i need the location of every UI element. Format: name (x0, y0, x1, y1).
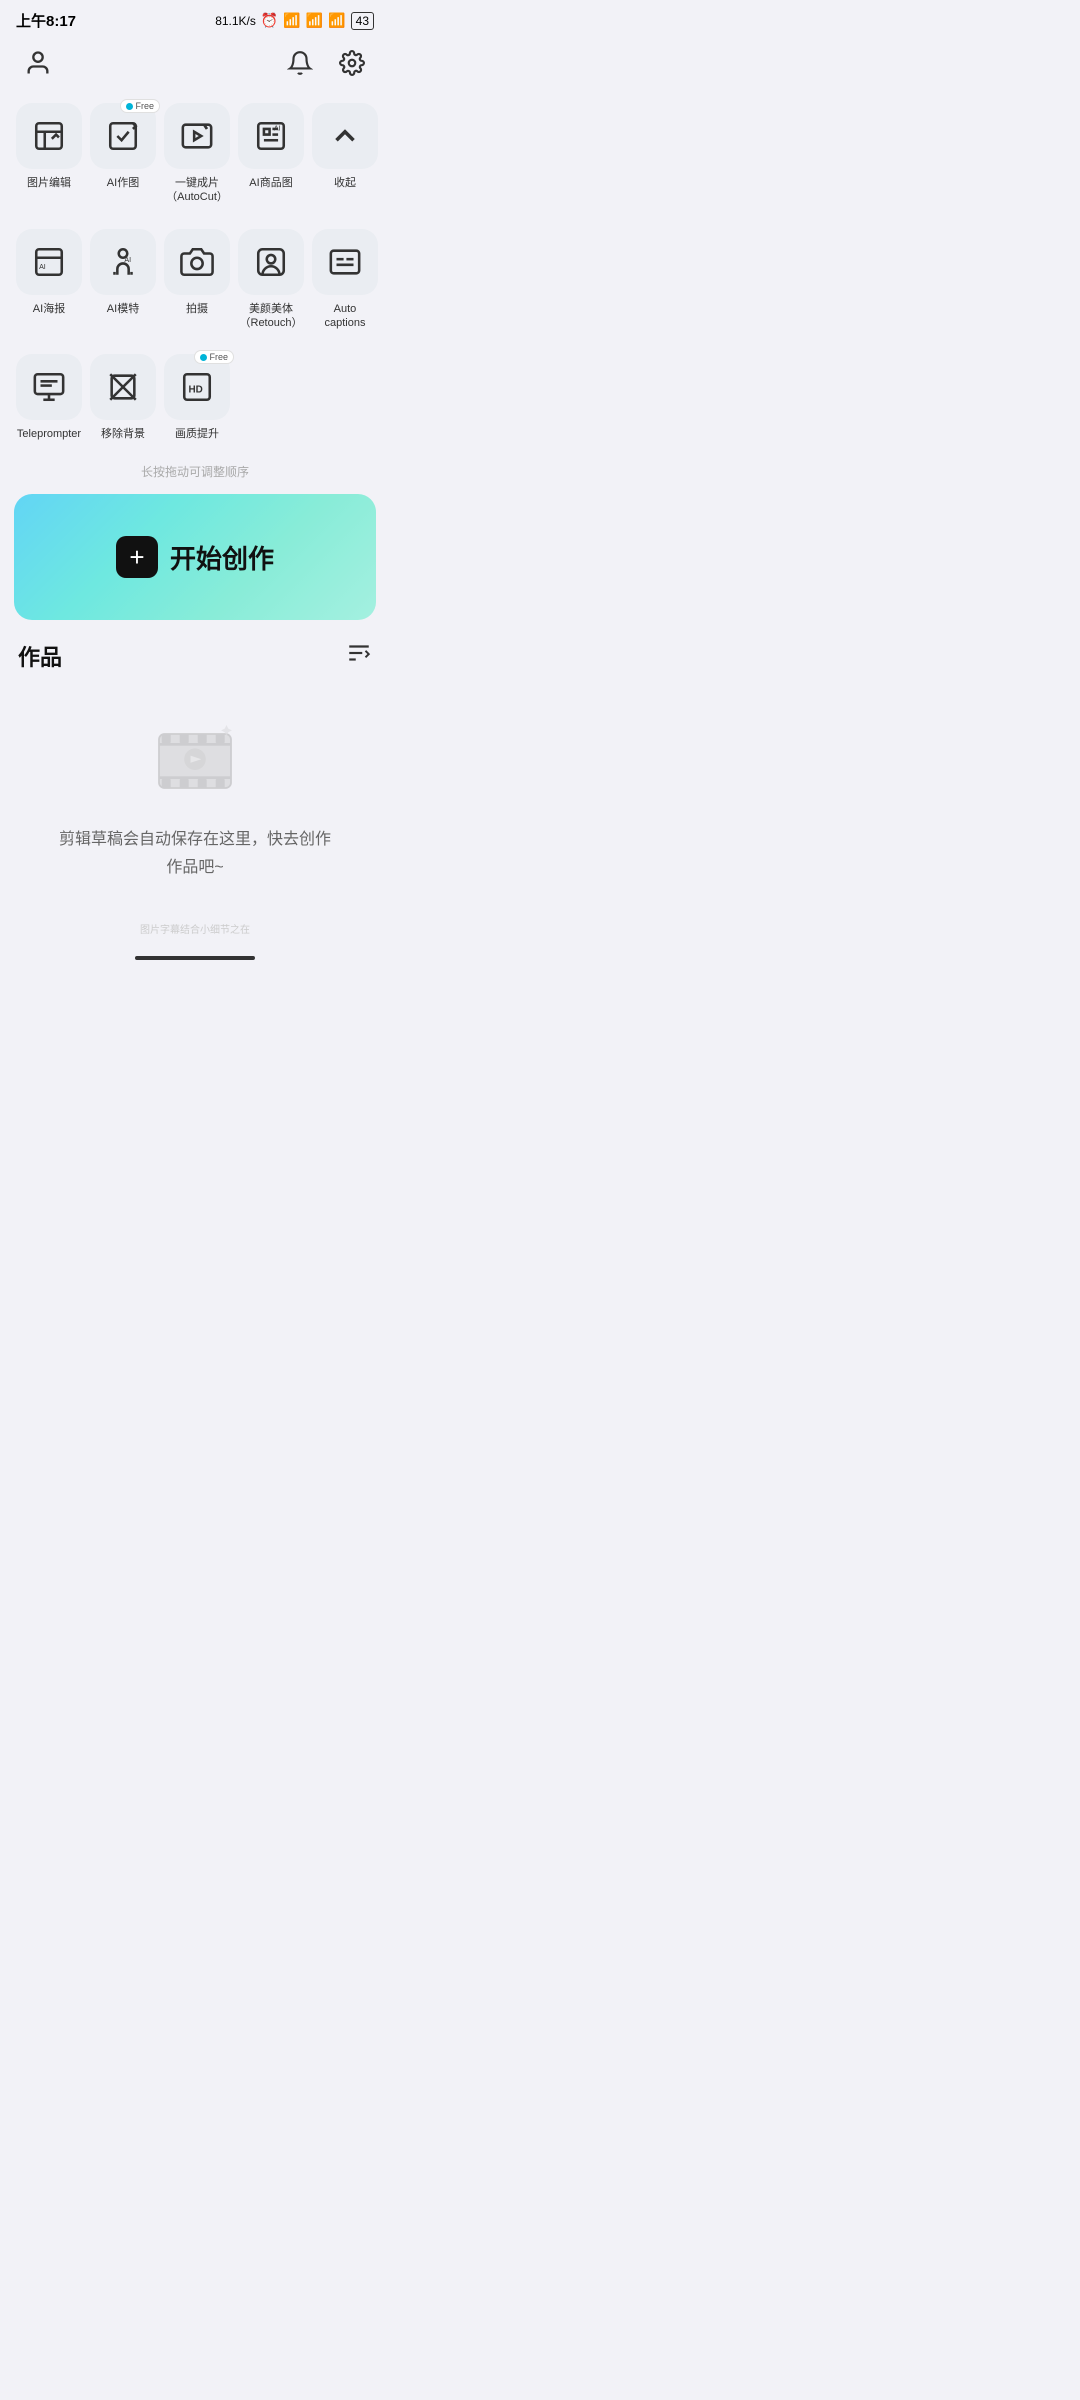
tool-collapse-label: 收起 (334, 176, 356, 190)
tool-grid-row2: AI AI海报 AI AI模特 拍摄 (0, 219, 390, 341)
works-title: 作品 (18, 640, 62, 672)
tool-teleprompter-icon-wrap (16, 354, 82, 420)
tool-camera-icon-wrap (164, 229, 230, 295)
tool-ai-product[interactable]: AI AI商品图 (234, 93, 308, 215)
network-speed: 81.1K/s (215, 14, 256, 28)
tool-captions-label: Auto captions (312, 302, 378, 331)
start-button-wrap[interactable]: + 开始创作 (14, 494, 376, 620)
tool-enhance-icon-wrap: Free HD (164, 354, 230, 420)
retouch-icon (254, 245, 288, 279)
plus-symbol: + (129, 542, 144, 573)
signal-icon: 📶 (283, 12, 300, 29)
tool-ai-model[interactable]: AI AI模特 (86, 219, 160, 341)
tool-collapse[interactable]: 收起 (308, 93, 382, 215)
empty-text: 剪辑草稿会自动保存在这里，快去创作作品吧~ (59, 826, 331, 880)
image-edit-icon (32, 119, 66, 153)
tool-grid-row1: 图片编辑 Free AI作图 一键成片（AutoCut） (0, 93, 390, 215)
home-indicator (135, 956, 255, 960)
start-button-text: 开始创作 (170, 539, 274, 576)
tool-ai-product-label: AI商品图 (249, 176, 292, 190)
tool-remove-bg-label: 移除背景 (101, 427, 145, 441)
settings-button[interactable] (334, 45, 370, 81)
alarm-icon: ⏰ (261, 12, 278, 29)
tool-ai-model-icon-wrap: AI (90, 229, 156, 295)
teleprompter-icon (32, 370, 66, 404)
wifi-icon: 📶 (328, 12, 345, 29)
profile-button[interactable] (20, 45, 56, 81)
autocut-icon (180, 119, 214, 153)
tool-ai-draw-label: AI作图 (107, 176, 139, 190)
tool-ai-poster[interactable]: AI AI海报 (12, 219, 86, 341)
status-time: 上午8:17 (16, 10, 76, 31)
tool-ai-model-label: AI模特 (107, 302, 139, 316)
tool-enhance[interactable]: Free HD 画质提升 (160, 344, 234, 451)
tool-captions-icon-wrap (312, 229, 378, 295)
tool-ai-draw-icon-wrap: Free (90, 103, 156, 169)
works-header: 作品 (18, 640, 372, 672)
sort-button[interactable] (346, 640, 372, 672)
battery-indicator: 43 (351, 12, 374, 30)
tool-teleprompter[interactable]: Teleprompter (12, 344, 86, 451)
enhance-icon: HD (180, 370, 214, 404)
tool-image-edit-icon-wrap (16, 103, 82, 169)
tool-autocut-icon-wrap (164, 103, 230, 169)
tool-autocut[interactable]: 一键成片（AutoCut） (160, 93, 234, 215)
film-empty-icon (150, 716, 240, 806)
tool-enhance-label: 画质提升 (175, 427, 219, 441)
hint-text: 长按拖动可调整顺序 (0, 455, 390, 494)
empty-state: 剪辑草稿会自动保存在这里，快去创作作品吧~ (18, 696, 372, 920)
remove-bg-icon (106, 370, 140, 404)
tool-ai-poster-label: AI海报 (33, 302, 65, 316)
status-bar: 上午8:17 81.1K/s ⏰ 📶 📶 📶 43 (0, 0, 390, 37)
status-right: 81.1K/s ⏰ 📶 📶 📶 43 (215, 12, 374, 30)
tool-retouch-icon-wrap (238, 229, 304, 295)
svg-text:AI: AI (39, 263, 46, 271)
ai-draw-icon (106, 119, 140, 153)
ai-model-icon: AI (106, 245, 140, 279)
free-badge-ai-draw: Free (120, 99, 160, 113)
tool-autocut-label: 一键成片（AutoCut） (166, 176, 228, 205)
svg-text:AI: AI (274, 124, 281, 132)
camera-icon (180, 245, 214, 279)
tool-retouch-label: 美颜美体（Retouch） (240, 302, 303, 331)
start-button[interactable]: + 开始创作 (14, 494, 376, 620)
tool-image-edit[interactable]: 图片编辑 (12, 93, 86, 215)
bottom-bar (0, 940, 390, 968)
ai-product-icon: AI (254, 119, 288, 153)
tool-collapse-icon-wrap (312, 103, 378, 169)
svg-text:AI: AI (124, 256, 131, 264)
works-section: 作品 剪 (0, 640, 390, 920)
captions-icon (328, 245, 362, 279)
tool-captions[interactable]: Auto captions (308, 219, 382, 341)
tool-teleprompter-label: Teleprompter (17, 427, 81, 441)
tool-ai-draw[interactable]: Free AI作图 (86, 93, 160, 215)
chevron-up-icon (328, 119, 362, 153)
tool-ai-poster-icon-wrap: AI (16, 229, 82, 295)
signal2-icon: 📶 (306, 12, 323, 29)
tool-camera[interactable]: 拍摄 (160, 219, 234, 341)
tool-remove-bg-icon-wrap (90, 354, 156, 420)
tool-remove-bg[interactable]: 移除背景 (86, 344, 160, 451)
tool-grid-row3: Teleprompter 移除背景 Free HD 画质提升 (0, 344, 390, 451)
ai-poster-icon: AI (32, 245, 66, 279)
tool-camera-label: 拍摄 (186, 302, 208, 316)
tool-image-edit-label: 图片编辑 (27, 176, 71, 190)
free-badge-enhance: Free (194, 350, 234, 364)
plus-icon: + (116, 536, 158, 578)
tool-ai-product-icon-wrap: AI (238, 103, 304, 169)
notification-button[interactable] (282, 45, 318, 81)
watermark: 图片字幕结合小细节之在 (0, 921, 390, 940)
sort-icon (346, 640, 372, 666)
top-nav (0, 37, 390, 93)
svg-text:HD: HD (189, 385, 203, 396)
tool-retouch[interactable]: 美颜美体（Retouch） (234, 219, 308, 341)
nav-right-icons (282, 45, 370, 81)
